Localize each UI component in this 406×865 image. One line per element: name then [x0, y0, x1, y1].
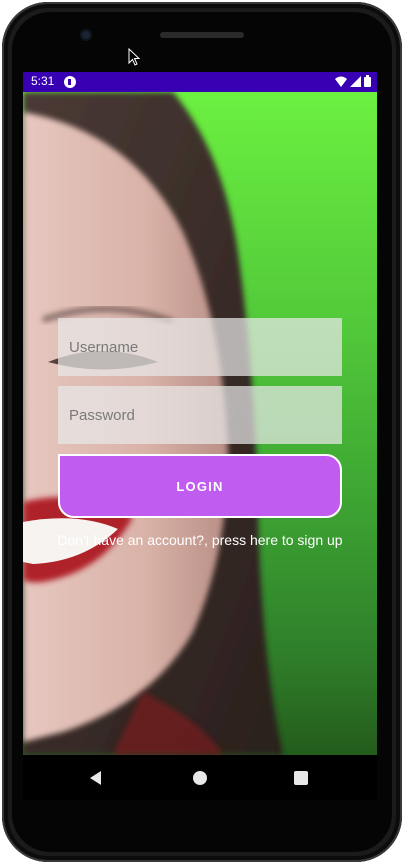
status-icons — [335, 75, 371, 87]
front-camera — [80, 29, 92, 41]
signup-link[interactable]: Don't have an account?, press here to si… — [23, 532, 377, 548]
back-icon[interactable] — [87, 769, 105, 787]
login-button[interactable]: LOGIN — [58, 454, 342, 518]
status-time: 5:31 — [31, 74, 55, 88]
recents-icon[interactable] — [292, 769, 310, 787]
home-icon[interactable] — [191, 769, 209, 787]
password-input[interactable] — [58, 386, 342, 444]
app-notification-icon — [64, 76, 76, 88]
username-input[interactable] — [58, 318, 342, 376]
signal-icon — [350, 75, 361, 87]
navigation-bar — [23, 755, 377, 800]
wifi-icon — [335, 76, 347, 87]
earpiece-speaker — [160, 32, 244, 38]
login-button-label: LOGIN — [176, 478, 224, 494]
app-screen: 5:31 Username LOGIN Don't have an accoun… — [23, 72, 377, 755]
status-bar: 5:31 — [23, 72, 377, 92]
battery-icon — [364, 75, 371, 87]
login-form: LOGIN — [58, 318, 342, 518]
mouse-cursor-icon — [128, 48, 140, 66]
